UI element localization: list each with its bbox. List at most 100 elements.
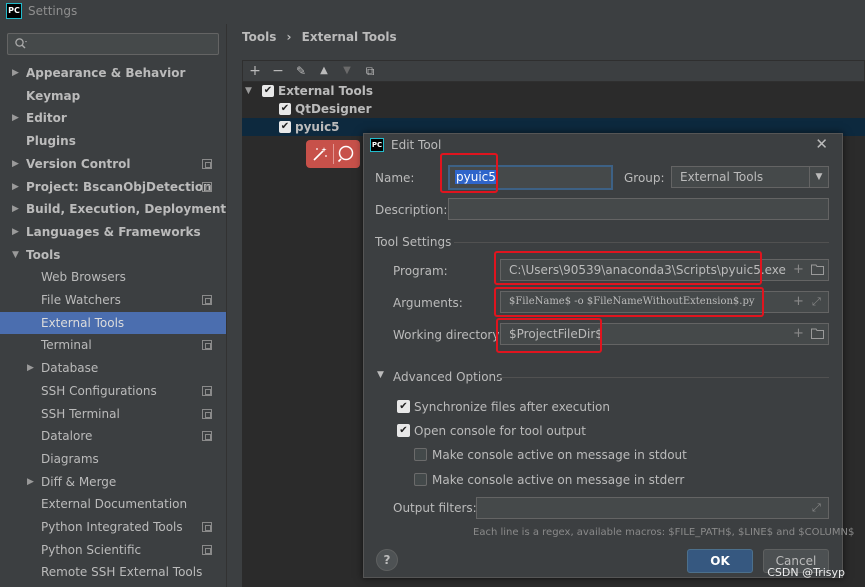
- tree-tool-qtdesigner[interactable]: ✔ QtDesigner: [242, 100, 865, 118]
- add-icon[interactable]: +: [247, 63, 263, 79]
- sidebar-item[interactable]: ▶ Appearance & Behavior: [0, 62, 226, 84]
- sidebar-item-label: Python Scientific: [41, 543, 142, 557]
- collapsed-arrow-icon[interactable]: ▶: [12, 176, 19, 198]
- sidebar-item[interactable]: Terminal: [0, 334, 226, 356]
- collapsed-arrow-icon[interactable]: ▶: [27, 471, 34, 493]
- edit-icon[interactable]: ✎: [293, 63, 309, 79]
- sidebar-item-label: Project: BscanObjDetection: [26, 180, 212, 194]
- open-console-label[interactable]: Open console for tool output: [414, 424, 586, 438]
- group-checkbox[interactable]: ✔: [262, 85, 274, 97]
- sidebar-item[interactable]: File Watchers: [0, 289, 226, 311]
- collapsed-arrow-icon[interactable]: ▶: [12, 221, 19, 243]
- sidebar-item[interactable]: Diagrams: [0, 448, 226, 470]
- sidebar-item[interactable]: Remote SSH External Tools: [0, 561, 226, 583]
- sidebar-item[interactable]: ▶ Database: [0, 357, 226, 379]
- ok-button[interactable]: OK: [687, 549, 753, 573]
- search-icon[interactable]: [337, 145, 355, 163]
- sidebar-item[interactable]: ▶ Version Control: [0, 153, 226, 175]
- sidebar-item-label: Build, Execution, Deployment: [26, 202, 227, 216]
- insert-macro-icon[interactable]: +: [793, 295, 804, 309]
- collapsed-arrow-icon[interactable]: ▶: [12, 198, 19, 220]
- sidebar-item-label: Web Browsers: [41, 270, 126, 284]
- open-console-checkbox[interactable]: ✔: [397, 424, 410, 437]
- expand-arrow-icon[interactable]: ▼: [245, 82, 252, 100]
- name-label: Name:: [375, 171, 415, 185]
- pycharm-logo-icon: PC: [6, 3, 22, 19]
- expand-icon[interactable]: ⤢: [812, 295, 821, 309]
- project-scope-icon: [202, 340, 212, 350]
- collapse-arrow-icon[interactable]: ▼: [377, 370, 384, 380]
- dialog-title: Edit Tool: [391, 138, 442, 152]
- expanded-arrow-icon[interactable]: ▼: [12, 244, 19, 266]
- stderr-active-checkbox[interactable]: [414, 473, 427, 486]
- tool-checkbox[interactable]: ✔: [279, 103, 291, 115]
- collapsed-arrow-icon[interactable]: ▶: [12, 107, 19, 129]
- tool-label: QtDesigner: [295, 102, 372, 116]
- sidebar-item-label: Python Integrated Tools: [41, 520, 183, 534]
- settings-search-input[interactable]: [7, 33, 219, 55]
- collapsed-arrow-icon[interactable]: ▶: [12, 153, 19, 175]
- sidebar-item[interactable]: ▶ Diff & Merge: [0, 471, 226, 493]
- sidebar-item[interactable]: Plugins: [0, 130, 226, 152]
- program-label: Program:: [393, 264, 448, 278]
- advanced-options-heading[interactable]: Advanced Options: [393, 370, 502, 384]
- collapsed-arrow-icon[interactable]: ▶: [12, 62, 19, 84]
- collapsed-arrow-icon[interactable]: ▶: [27, 357, 34, 379]
- insert-macro-icon[interactable]: +: [793, 327, 804, 341]
- move-down-icon[interactable]: ▼: [339, 63, 355, 79]
- toolbar-separator: [333, 144, 334, 164]
- sidebar-item[interactable]: SSH Configurations: [0, 380, 226, 402]
- sidebar-item-label: Datalore: [41, 429, 93, 443]
- working-directory-label: Working directory:: [393, 328, 503, 342]
- tool-checkbox[interactable]: ✔: [279, 121, 291, 133]
- sidebar-item[interactable]: External Documentation: [0, 493, 226, 515]
- sidebar-item[interactable]: Python Scientific: [0, 539, 226, 561]
- project-scope-icon: [202, 159, 212, 169]
- group-select[interactable]: External Tools ▼: [671, 166, 829, 188]
- breadcrumb: Tools › External Tools: [242, 30, 403, 44]
- folder-icon[interactable]: [811, 264, 824, 275]
- sidebar-item-label: Languages & Frameworks: [26, 225, 201, 239]
- sidebar-item-label: External Documentation: [41, 497, 188, 511]
- stderr-active-label[interactable]: Make console active on message in stderr: [432, 473, 684, 487]
- sync-files-checkbox[interactable]: ✔: [397, 400, 410, 413]
- sidebar-item-label: Appearance & Behavior: [26, 66, 186, 80]
- copy-icon[interactable]: ⧉: [362, 63, 378, 79]
- sync-files-label[interactable]: Synchronize files after execution: [414, 400, 610, 414]
- stdout-active-checkbox[interactable]: [414, 448, 427, 461]
- floating-annotation-toolbar: [306, 140, 360, 168]
- sidebar-item[interactable]: ▶ Languages & Frameworks: [0, 221, 226, 243]
- sidebar-item-label: Keymap: [26, 89, 81, 103]
- magic-wand-icon[interactable]: [311, 145, 329, 163]
- sidebar-item-label: File Watchers: [41, 293, 121, 307]
- help-button[interactable]: ?: [376, 549, 398, 571]
- sidebar-item[interactable]: ▼ Tools: [0, 244, 226, 266]
- tree-group-external-tools[interactable]: ▼ ✔ External Tools: [242, 82, 865, 100]
- folder-icon[interactable]: [811, 328, 824, 339]
- output-filters-hint: Each line is a regex, available macros: …: [473, 527, 855, 538]
- tool-label: pyuic5: [295, 120, 340, 134]
- sidebar-item[interactable]: Keymap: [0, 85, 226, 107]
- sidebar-item[interactable]: Python Integrated Tools: [0, 516, 226, 538]
- close-icon[interactable]: ✕: [815, 135, 828, 153]
- stdout-active-label[interactable]: Make console active on message in stdout: [432, 448, 687, 462]
- chevron-down-icon[interactable]: ▼: [809, 167, 828, 187]
- move-up-icon[interactable]: ▲: [316, 63, 332, 79]
- project-scope-icon: [202, 182, 212, 192]
- sidebar-item[interactable]: ▶ Project: BscanObjDetection: [0, 176, 226, 198]
- expand-icon[interactable]: ⤢: [812, 501, 821, 515]
- sidebar-item[interactable]: External Tools: [0, 312, 226, 334]
- group-label: Group:: [624, 171, 665, 185]
- breadcrumb-tools[interactable]: Tools: [242, 30, 276, 44]
- description-field[interactable]: [448, 198, 829, 220]
- output-filters-field[interactable]: ⤢: [476, 497, 829, 519]
- sidebar-item[interactable]: ▶ Editor: [0, 107, 226, 129]
- sidebar-item[interactable]: SSH Terminal: [0, 403, 226, 425]
- sidebar-item[interactable]: Web Browsers: [0, 266, 226, 288]
- sidebar-item[interactable]: Datalore: [0, 425, 226, 447]
- arguments-label: Arguments:: [393, 296, 463, 310]
- project-scope-icon: [202, 431, 212, 441]
- insert-macro-icon[interactable]: +: [793, 263, 804, 277]
- remove-icon[interactable]: −: [270, 63, 286, 79]
- sidebar-item[interactable]: ▶ Build, Execution, Deployment: [0, 198, 226, 220]
